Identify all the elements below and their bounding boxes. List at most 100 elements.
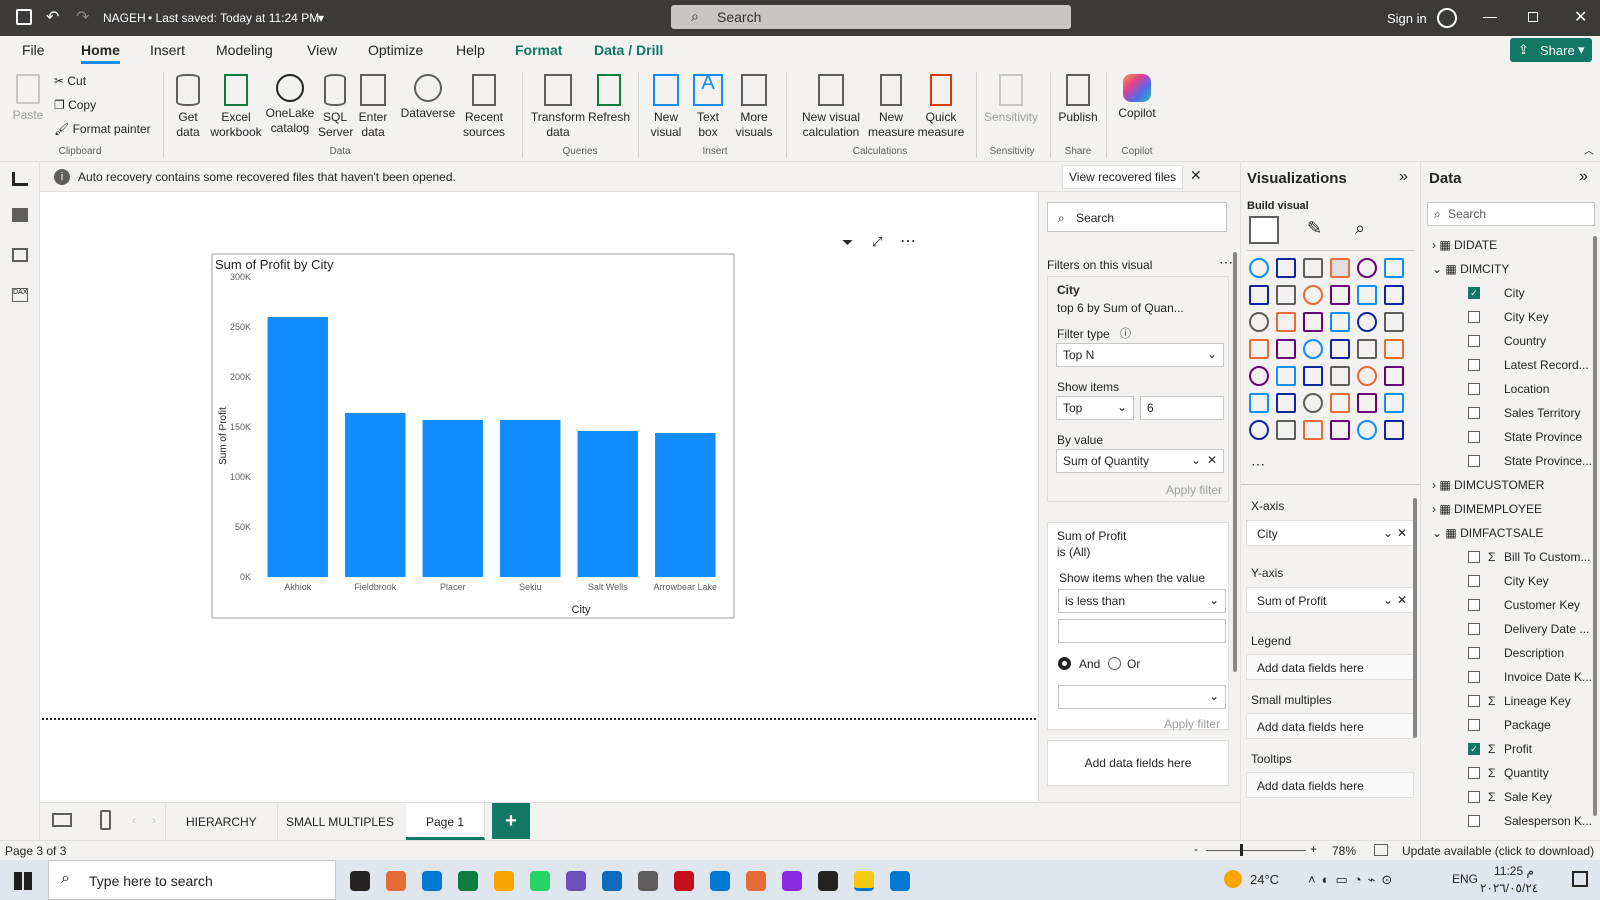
copilot-icon[interactable] [386,871,406,891]
close-icon[interactable]: ✕ [1574,7,1587,27]
field-checkbox[interactable] [1468,575,1480,587]
collapse-ribbon-icon[interactable]: ︿ [1584,142,1594,157]
show-direction-dropdown[interactable]: Top ⌄ [1056,396,1134,420]
field-checkbox[interactable] [1468,383,1480,395]
new-visual-button[interactable]: New visual [648,74,684,140]
more-options-icon[interactable]: ⋯ [1219,254,1233,271]
zoom-slider[interactable] [1206,850,1306,851]
filter-type-dropdown[interactable]: Top N ⌄ [1056,343,1224,367]
copilot-button[interactable]: Copilot [1114,74,1160,121]
remove-icon[interactable]: ✕ [1397,593,1407,607]
visual-type-icon[interactable] [1249,420,1269,440]
fit-to-page-icon[interactable] [1374,844,1388,856]
field-checkbox[interactable] [1468,359,1480,371]
menu-data-drill[interactable]: Data / Drill [594,42,663,58]
by-value-field[interactable]: Sum of Quantity ⌄ ✕ [1056,449,1224,473]
table-dimfactsale[interactable]: ⌄ ▦ DIMFACTSALE [1432,526,1543,540]
bar-salt-wells[interactable] [577,431,638,577]
legend-well[interactable]: Add data fields here [1246,654,1414,680]
visual-type-icon[interactable] [1357,366,1377,386]
more-options-icon[interactable]: ⋯ [900,231,916,251]
refresh-button[interactable]: Refresh [588,74,630,125]
file-name[interactable]: NAGEH [103,11,146,25]
visual-type-icon[interactable] [1303,366,1323,386]
language-indicator[interactable]: ENG [1452,872,1478,886]
field-checkbox[interactable] [1468,695,1480,707]
paste-button[interactable]: Paste [10,74,46,123]
more-visuals-icon[interactable]: ⋯ [1251,456,1265,473]
add-page-button[interactable]: + [492,803,530,839]
sql-server-button[interactable]: SQL Server [318,74,353,140]
second-condition-dropdown[interactable]: ⌄ [1058,685,1226,709]
field-checkbox[interactable] [1468,599,1480,611]
save-status[interactable]: • Last saved: Today at 11:24 PM [148,11,319,25]
visual-type-icon[interactable] [1384,285,1404,305]
task-view-icon[interactable] [350,871,370,891]
app-icon[interactable] [818,871,838,891]
visual-type-icon[interactable] [1357,339,1377,359]
tab-hierarchy[interactable]: HIERARCHY [165,803,278,840]
visual-type-icon[interactable] [1303,339,1323,359]
visual-type-icon[interactable] [1276,420,1296,440]
visual-type-icon[interactable] [1276,366,1296,386]
collapse-pane-icon[interactable]: » [1399,168,1408,186]
visual-type-icon[interactable] [1330,393,1350,413]
whatsapp-icon[interactable] [530,871,550,891]
x-axis-well[interactable]: City ⌄ ✕ [1246,520,1414,546]
cut-button[interactable]: ✂ Cut [54,74,86,89]
small-multiples-well[interactable]: Add data fields here [1246,713,1414,739]
bar-arrowbear-lake[interactable] [655,433,716,577]
and-radio[interactable] [1058,657,1071,670]
show-count-input[interactable]: 6 [1140,396,1224,420]
field-checkbox[interactable] [1468,623,1480,635]
text-box-button[interactable]: A Text box [690,73,726,140]
zoom-slider-thumb[interactable] [1240,844,1243,856]
visual-type-icon[interactable] [1276,258,1296,278]
enter-data-button[interactable]: Enter data [356,74,390,140]
scrollbar[interactable] [1233,252,1237,672]
y-axis-well[interactable]: Sum of Profit ⌄ ✕ [1246,587,1414,613]
app-icon[interactable] [746,871,766,891]
quick-measure-button[interactable]: Quick measure [916,74,966,140]
field-checkbox[interactable] [1468,455,1480,467]
remove-icon[interactable]: ✕ [1397,526,1407,540]
sign-in-link[interactable]: Sign in [1387,11,1427,26]
field-checkbox[interactable] [1468,407,1480,419]
visual-type-icon[interactable] [1276,285,1296,305]
visual-type-icon[interactable] [1249,258,1269,278]
visual-type-icon[interactable] [1249,285,1269,305]
chevron-down-icon[interactable]: ⌄ [1432,262,1445,276]
next-page-icon[interactable]: › [152,813,156,827]
app-icon[interactable] [638,871,658,891]
field-checkbox[interactable] [1468,719,1480,731]
menu-format[interactable]: Format [515,42,562,58]
visual-type-icon[interactable] [1276,312,1296,332]
file-explorer-icon[interactable] [494,871,514,891]
app-icon[interactable] [566,871,586,891]
taskbar-search[interactable]: ⌕ Type here to search [48,860,336,900]
new-measure-button[interactable]: New measure [868,74,915,140]
mobile-view-icon[interactable] [100,810,111,830]
condition-value-input[interactable] [1058,619,1226,643]
focus-mode-icon[interactable]: ⤢ [872,234,882,250]
search-input[interactable]: ⌕ Search [671,5,1071,29]
notifications-icon[interactable] [1572,871,1588,887]
visual-type-icon[interactable] [1357,258,1377,278]
undo-icon[interactable]: ↶ [46,7,59,27]
table-dimemployee[interactable]: › ▦ DIMEMPLOYEE [1432,502,1542,516]
filter-icon[interactable]: ⏷ [842,234,853,251]
scrollbar[interactable] [1593,236,1597,816]
visual-type-icon[interactable] [1303,312,1323,332]
save-icon[interactable] [16,9,32,25]
visual-type-icon[interactable] [1384,420,1404,440]
report-canvas[interactable]: ⏷ ⤢ ⋯ Sum of Profit by City Sum of Profi… [40,192,1038,802]
collapse-pane-icon[interactable]: » [1579,168,1588,186]
model-view-icon[interactable] [12,248,28,262]
field-checkbox[interactable] [1468,647,1480,659]
apply-filter-button[interactable]: Apply filter [1166,483,1222,497]
condition-dropdown[interactable]: is less than ⌄ [1058,589,1226,613]
visual-type-icon[interactable] [1303,393,1323,413]
visual-type-icon[interactable] [1276,339,1296,359]
menu-home[interactable]: Home [81,42,120,64]
avatar-icon[interactable] [1437,8,1457,28]
